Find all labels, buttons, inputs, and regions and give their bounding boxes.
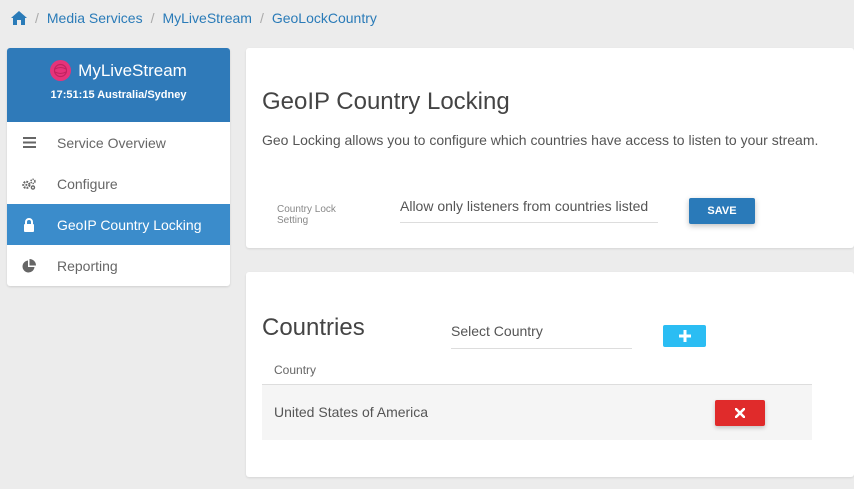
geolock-description: Geo Locking allows you to configure whic… xyxy=(262,132,819,148)
country-name-cell: United States of America xyxy=(274,404,429,420)
sidebar-header: MyLiveStream 17:51:15 Australia/Sydney xyxy=(7,48,230,122)
plus-icon xyxy=(678,326,691,347)
sidebar-item-service-overview[interactable]: Service Overview xyxy=(7,122,230,163)
sidebar-item-label: Service Overview xyxy=(57,134,166,151)
sidebar-item-configure[interactable]: Configure xyxy=(7,163,230,204)
breadcrumb-separator: / xyxy=(259,10,264,26)
breadcrumb-separator: / xyxy=(150,10,155,26)
breadcrumb-geolockcountry[interactable]: GeoLockCountry xyxy=(272,10,377,26)
breadcrumb-mylivestream[interactable]: MyLiveStream xyxy=(162,10,251,26)
breadcrumb-separator: / xyxy=(35,10,39,26)
country-lock-setting-select[interactable]: Allow only listeners from countries list… xyxy=(400,198,658,223)
gears-icon xyxy=(22,177,36,191)
sidebar-item-reporting[interactable]: Reporting xyxy=(7,245,230,286)
select-country-dropdown[interactable]: Select Country xyxy=(451,323,632,349)
delete-country-button[interactable] xyxy=(715,400,765,426)
table-row: United States of America xyxy=(262,385,812,440)
save-button[interactable]: SAVE xyxy=(689,198,755,224)
sidebar-item-geoip-country-locking[interactable]: GeoIP Country Locking xyxy=(7,204,230,245)
countries-card: Countries Select Country Country United … xyxy=(246,272,854,477)
page-title: GeoIP Country Locking xyxy=(262,88,510,115)
sidebar: MyLiveStream 17:51:15 Australia/Sydney S… xyxy=(7,48,230,286)
stream-logo-icon xyxy=(50,60,72,81)
add-country-button[interactable] xyxy=(663,325,706,347)
sidebar-item-label: GeoIP Country Locking xyxy=(57,216,202,233)
geolock-card: GeoIP Country Locking Geo Locking allows… xyxy=(246,48,854,248)
lock-icon xyxy=(22,217,36,232)
close-icon xyxy=(734,406,746,421)
breadcrumb-media-services[interactable]: Media Services xyxy=(47,10,143,26)
table-header-country: Country xyxy=(262,356,812,385)
sidebar-item-label: Reporting xyxy=(57,257,118,274)
sidebar-title: MyLiveStream xyxy=(78,60,187,80)
sidebar-item-label: Configure xyxy=(57,175,118,192)
pie-chart-icon xyxy=(22,258,36,273)
country-lock-setting-label: Country Lock Setting xyxy=(277,204,336,226)
list-icon xyxy=(22,136,36,150)
sidebar-time: 17:51:15 Australia/Sydney xyxy=(50,89,187,101)
home-icon[interactable] xyxy=(11,10,27,26)
breadcrumb: / Media Services / MyLiveStream / GeoLoc… xyxy=(11,8,377,28)
countries-title: Countries xyxy=(262,314,365,341)
